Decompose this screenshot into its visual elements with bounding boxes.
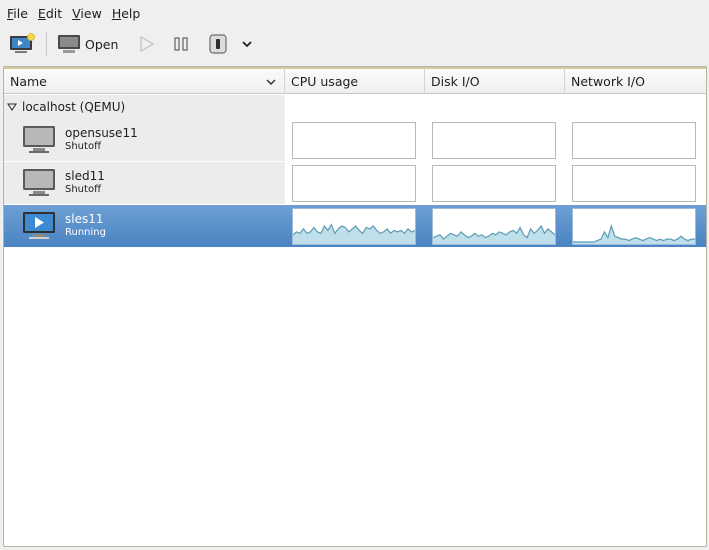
network-io-graph bbox=[572, 208, 696, 245]
menu-view[interactable]: View bbox=[68, 6, 106, 21]
toolbar-separator bbox=[46, 32, 47, 56]
sparkline bbox=[293, 223, 415, 244]
column-cpu-label: CPU usage bbox=[291, 74, 359, 89]
expand-triangle-icon[interactable] bbox=[7, 102, 17, 112]
menu-help[interactable]: Help bbox=[108, 6, 145, 21]
pause-icon bbox=[174, 37, 188, 51]
vm-status: Shutoff bbox=[65, 184, 101, 195]
connection-row[interactable]: localhost (QEMU) bbox=[4, 95, 285, 119]
vm-row-selected[interactable]: sles11 Running bbox=[4, 205, 706, 247]
column-header-cpu[interactable]: CPU usage bbox=[285, 69, 425, 94]
menu-help-label: elp bbox=[121, 5, 141, 21]
vm-row[interactable]: opensuse11 Shutoff bbox=[4, 119, 706, 161]
menu-edit-label: dit bbox=[45, 5, 63, 21]
column-network-label: Network I/O bbox=[571, 74, 645, 89]
new-vm-button[interactable] bbox=[6, 30, 38, 58]
vm-name-cell: sled11 Shutoff bbox=[4, 162, 285, 204]
network-io-graph bbox=[572, 165, 696, 202]
vm-shutoff-icon bbox=[23, 126, 55, 153]
menu-bar: File Edit View Help bbox=[0, 0, 709, 26]
vm-shutoff-icon bbox=[23, 169, 55, 196]
vm-running-icon bbox=[23, 212, 55, 239]
pause-button[interactable] bbox=[169, 30, 193, 58]
vm-name: opensuse11 bbox=[65, 126, 138, 140]
column-header-network[interactable]: Network I/O bbox=[565, 69, 706, 94]
chevron-down-icon bbox=[242, 41, 253, 48]
monitor-icon bbox=[58, 35, 80, 53]
sparkline-area bbox=[433, 226, 555, 244]
disk-io-graph bbox=[432, 165, 556, 202]
disk-io-graph bbox=[432, 208, 556, 245]
cpu-usage-graph bbox=[292, 165, 416, 202]
menu-edit[interactable]: Edit bbox=[34, 6, 66, 21]
column-header-disk[interactable]: Disk I/O bbox=[425, 69, 565, 94]
vm-name: sles11 bbox=[65, 212, 104, 226]
cpu-usage-graph bbox=[292, 208, 416, 245]
connection-label: localhost (QEMU) bbox=[22, 100, 126, 114]
play-icon bbox=[140, 35, 155, 53]
menu-edit-mnemonic: E bbox=[37, 5, 46, 21]
cpu-usage-graph bbox=[292, 122, 416, 159]
menu-file-label: ile bbox=[13, 5, 28, 21]
sort-chevron-icon bbox=[266, 79, 276, 86]
vm-name: sled11 bbox=[65, 169, 105, 183]
disk-io-graph bbox=[432, 122, 556, 159]
shutdown-menu-button[interactable] bbox=[237, 30, 257, 58]
new-vm-icon bbox=[10, 33, 35, 53]
sparkline-area bbox=[573, 226, 695, 244]
vm-name-cell: sles11 Running bbox=[4, 205, 285, 247]
sparkline bbox=[573, 224, 695, 244]
vm-status: Running bbox=[65, 227, 106, 238]
column-disk-label: Disk I/O bbox=[431, 74, 480, 89]
shutdown-button[interactable] bbox=[205, 30, 231, 58]
column-header-name[interactable]: Name bbox=[4, 69, 285, 94]
menu-view-label: iew bbox=[80, 5, 102, 21]
menu-file[interactable]: File bbox=[3, 6, 32, 21]
run-button[interactable] bbox=[135, 30, 159, 58]
toolbar: Open bbox=[0, 28, 709, 60]
sparkline bbox=[433, 224, 555, 244]
open-button[interactable]: Open bbox=[54, 30, 121, 58]
power-icon bbox=[209, 34, 227, 54]
open-label: Open bbox=[85, 36, 119, 52]
network-io-graph bbox=[572, 122, 696, 159]
vm-status: Shutoff bbox=[65, 141, 101, 152]
menu-help-mnemonic: H bbox=[111, 5, 122, 21]
column-name-label: Name bbox=[10, 74, 47, 89]
column-header: Name CPU usage Disk I/O Network I/O bbox=[4, 67, 706, 94]
vm-name-cell: opensuse11 Shutoff bbox=[4, 119, 285, 161]
vm-list-panel: Name CPU usage Disk I/O Network I/O loca… bbox=[3, 66, 707, 547]
vm-row[interactable]: sled11 Shutoff bbox=[4, 162, 706, 204]
